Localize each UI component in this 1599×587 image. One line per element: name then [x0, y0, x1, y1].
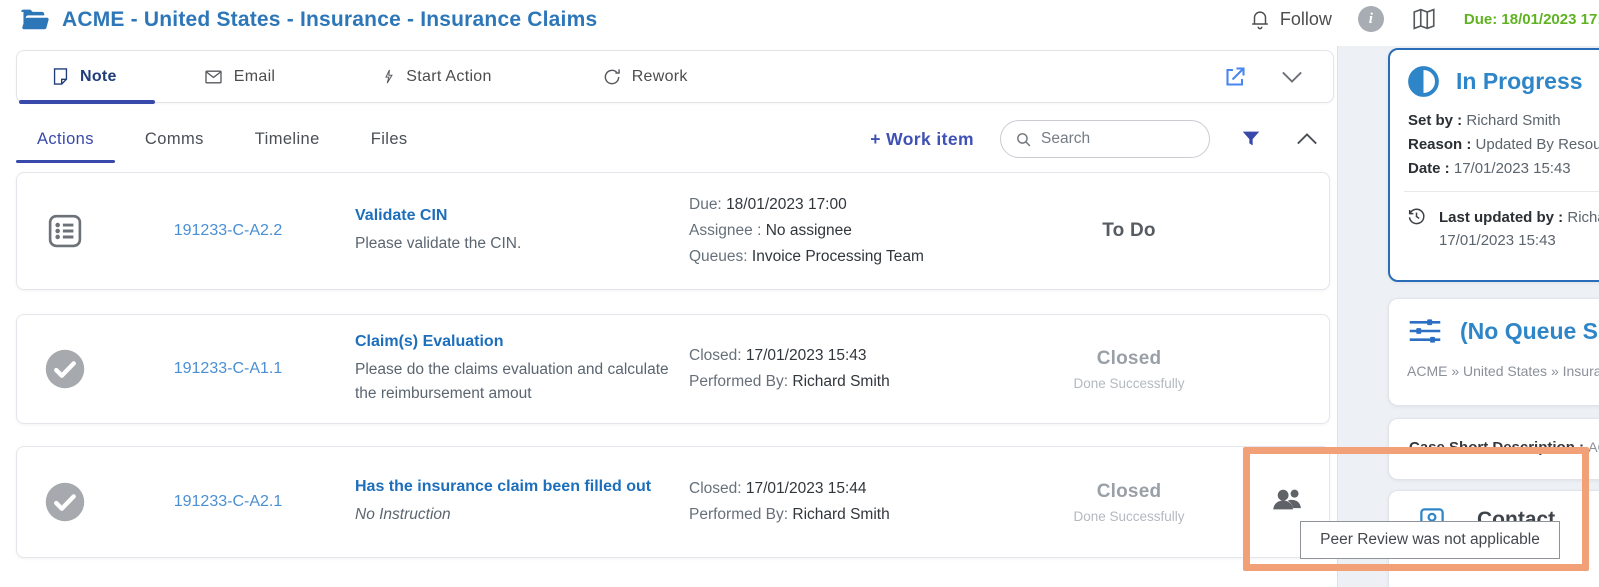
status-badge: To Do: [1009, 220, 1249, 242]
date-label: Date :: [1408, 160, 1450, 177]
reason-value: Updated By Resource: [1476, 136, 1599, 153]
note-icon: [51, 66, 70, 87]
queue-heading: (No Queue Set): [1460, 318, 1599, 345]
tab-comms[interactable]: Comms: [124, 115, 225, 163]
half-circle-status-icon: [1408, 66, 1439, 97]
case-due-date: Due: 18/01/2023 17:00: [1464, 11, 1599, 28]
work-item-details: Due: 18/01/2023 17:00 Assignee : No assi…: [673, 192, 1009, 270]
email-icon: [203, 67, 224, 87]
closed-value: 17/01/2023 15:44: [746, 480, 867, 497]
follow-label: Follow: [1280, 9, 1332, 30]
work-item-row-claims-evaluation[interactable]: 191233-C-A1.1 Claim(s) Evaluation Please…: [16, 314, 1330, 424]
due-label: Due:: [689, 196, 722, 213]
open-in-new-window-icon[interactable]: [1223, 65, 1247, 89]
search-input[interactable]: [1041, 130, 1181, 148]
history-icon: [1406, 206, 1427, 252]
search-box[interactable]: [1000, 120, 1210, 158]
work-item-title-link[interactable]: Has the insurance claim been filled out: [355, 478, 673, 496]
queue-breadcrumb: ACME » United States » Insurance: [1389, 347, 1599, 379]
work-item-instruction: Please validate the CIN.: [355, 232, 673, 256]
active-toolbar-underline: [19, 100, 155, 104]
work-item-id-link[interactable]: 191233-C-A1.1: [174, 360, 283, 377]
performed-by-value: Richard Smith: [792, 506, 889, 523]
status-outcome: Done Successfully: [1009, 509, 1249, 524]
search-icon: [1015, 131, 1032, 148]
closed-value: 17/01/2023 15:43: [746, 347, 867, 364]
sliders-icon: [1407, 315, 1443, 347]
work-item-row-insurance-claim-filled[interactable]: 191233-C-A2.1 Has the insurance claim be…: [16, 446, 1330, 558]
bell-icon: [1249, 7, 1271, 31]
queues-label: Queues:: [689, 248, 748, 265]
email-label: Email: [234, 68, 276, 86]
last-updated-row: Last updated by : Richard Smith 17/01/20…: [1390, 192, 1599, 252]
reason-label: Reason :: [1408, 136, 1471, 153]
set-by-label: Set by :: [1408, 112, 1462, 129]
chevron-up-icon[interactable]: [1296, 132, 1318, 146]
work-item-instruction: No Instruction: [355, 503, 673, 527]
case-status-heading: In Progress: [1456, 68, 1583, 95]
open-folder-icon: [20, 8, 50, 32]
rework-button[interactable]: Rework: [598, 51, 692, 102]
case-status-panel: In Progress Set by : Richard Smith Reaso…: [1388, 48, 1599, 282]
start-action-button[interactable]: Start Action: [377, 51, 495, 102]
work-item-instruction: Please do the claims evaluation and calc…: [355, 358, 673, 406]
set-by-value: Richard Smith: [1466, 112, 1560, 129]
work-item-row-validate-cin[interactable]: 191233-C-A2.2 Validate CIN Please valida…: [16, 172, 1330, 290]
peer-review-tooltip: Peer Review was not applicable: [1300, 521, 1560, 559]
performed-by-label: Performed By:: [689, 506, 788, 523]
tab-actions[interactable]: Actions: [16, 115, 115, 163]
queue-panel: (No Queue Set) ACME » United States » In…: [1388, 298, 1599, 406]
case-detail-page: ACME - United States - Insurance - Insur…: [0, 0, 1599, 587]
start-action-label: Start Action: [406, 68, 491, 86]
note-label: Note: [80, 68, 117, 86]
follow-button[interactable]: Follow: [1249, 7, 1332, 31]
last-updated-value: Richard Smith: [1567, 209, 1599, 226]
closed-label: Closed:: [689, 347, 742, 364]
note-button[interactable]: Note: [47, 51, 121, 102]
closed-label: Closed:: [689, 480, 742, 497]
performed-by-label: Performed By:: [689, 373, 788, 390]
email-button[interactable]: Email: [199, 51, 280, 102]
status-outcome: Done Successfully: [1009, 376, 1249, 391]
work-item-details: Closed: 17/01/2023 15:43 Performed By: R…: [673, 343, 1009, 395]
info-icon[interactable]: i: [1358, 6, 1384, 32]
status-meta: Set by : Richard Smith Reason : Updated …: [1390, 97, 1599, 181]
work-item-title-link[interactable]: Claim(s) Evaluation: [355, 333, 673, 351]
check-circle-icon: [44, 481, 86, 523]
page-title: ACME - United States - Insurance - Insur…: [62, 8, 597, 32]
work-item-id-link[interactable]: 191233-C-A2.2: [174, 222, 283, 239]
check-circle-icon: [44, 348, 86, 390]
work-item-id-link[interactable]: 191233-C-A2.1: [174, 493, 283, 510]
date-value: 17/01/2023 15:43: [1454, 160, 1571, 177]
work-item-title-link[interactable]: Validate CIN: [355, 207, 673, 225]
case-short-description-label: Case Short Description :: [1409, 439, 1584, 456]
case-short-description-value: ACME: [1588, 439, 1599, 455]
rework-label: Rework: [632, 68, 688, 86]
status-badge: Closed: [1009, 348, 1249, 370]
rework-cycle-icon: [602, 67, 622, 87]
status-badge: Closed: [1009, 481, 1249, 503]
tab-timeline[interactable]: Timeline: [234, 115, 341, 163]
tab-files[interactable]: Files: [350, 115, 429, 163]
case-header: ACME - United States - Insurance - Insur…: [0, 0, 1599, 46]
queues-value: Invoice Processing Team: [752, 248, 924, 265]
case-tabs: Actions Comms Timeline Files + Work item: [16, 115, 1334, 163]
assignee-label: Assignee :: [689, 222, 761, 239]
lightning-icon: [381, 66, 396, 87]
assignee-value: No assignee: [766, 222, 852, 239]
task-list-icon: [44, 210, 86, 252]
add-work-item-button[interactable]: + Work item: [870, 129, 974, 150]
performed-by-value: Richard Smith: [792, 373, 889, 390]
case-short-description-panel: Case Short Description : ACME: [1388, 418, 1599, 480]
action-toolbar: Note Email Start Action Rework: [16, 50, 1334, 103]
map-icon[interactable]: [1410, 6, 1438, 32]
filter-icon[interactable]: [1240, 128, 1262, 150]
last-updated-date: 17/01/2023 15:43: [1439, 229, 1599, 252]
last-updated-label: Last updated by :: [1439, 209, 1563, 226]
peer-review-people-icon[interactable]: [1270, 485, 1308, 519]
chevron-down-icon[interactable]: [1281, 70, 1303, 84]
work-item-details: Closed: 17/01/2023 15:44 Performed By: R…: [673, 476, 1009, 528]
due-value: 18/01/2023 17:00: [726, 196, 847, 213]
